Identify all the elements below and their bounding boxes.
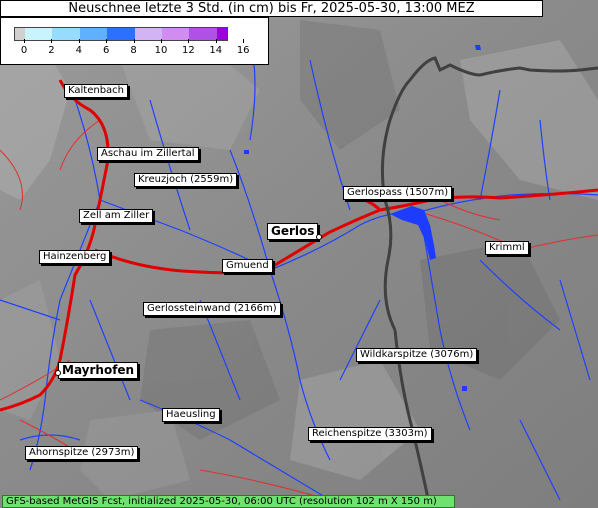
legend-swatch [161, 28, 190, 40]
place-label-aschau[interactable]: Aschau im Zillertal [97, 147, 199, 161]
peak-label-wildkarspitze[interactable]: Wildkarspitze (3076m) [356, 348, 478, 362]
snowfall-spot [475, 45, 481, 50]
legend-color-scale [14, 27, 228, 41]
legend-tick-mark [78, 39, 80, 43]
map-title: Neuschnee letzte 3 Std. (in cm) bis Fr, … [0, 0, 543, 17]
location-marker-gerlos [316, 234, 322, 240]
legend-swatch [216, 28, 227, 40]
legend: 0 2 4 6 8 10 12 14 16 [0, 17, 269, 65]
legend-tick-label: 2 [48, 45, 55, 56]
pass-label-gerlospass[interactable]: Gerlospass (1507m) [343, 186, 453, 200]
place-label-zell[interactable]: Zell am Ziller [79, 209, 154, 223]
legend-tick-mark [106, 39, 108, 43]
legend-swatch [107, 28, 135, 40]
legend-tick-label: 8 [130, 45, 137, 56]
forecast-info-footer: GFS-based MetGIS Fcst, initialized 2025-… [2, 495, 455, 508]
map-view[interactable]: Neuschnee letzte 3 Std. (in cm) bis Fr, … [0, 0, 598, 508]
legend-swatch [134, 28, 162, 40]
place-label-gmuend[interactable]: Gmuend [222, 259, 273, 273]
legend-tick-mark [215, 39, 217, 43]
place-label-krimml[interactable]: Krimml [485, 241, 529, 255]
place-label-haeusling[interactable]: Haeusling [162, 408, 220, 422]
location-marker-mayrhofen [55, 370, 61, 376]
peak-label-reichenspitze[interactable]: Reichenspitze (3303m) [308, 427, 432, 441]
place-label-hainzenberg[interactable]: Hainzenberg [39, 250, 111, 264]
legend-swatch [52, 28, 80, 40]
legend-tick-label: 4 [75, 45, 82, 56]
peak-label-ahornspitze[interactable]: Ahornspitze (2973m) [25, 446, 139, 460]
legend-tick-mark [24, 39, 25, 43]
legend-tick-label: 16 [236, 45, 250, 56]
legend-tick-mark [188, 39, 190, 43]
legend-tick-mark [51, 39, 53, 43]
peak-label-kreuzjoch[interactable]: Kreuzjoch (2559m) [134, 173, 238, 187]
legend-tick-mark [161, 39, 162, 43]
legend-tick-label: 10 [154, 45, 168, 56]
legend-tick-mark [133, 39, 135, 43]
legend-swatch [189, 28, 217, 40]
legend-tick-mark [243, 39, 245, 43]
snowfall-spot [244, 150, 249, 154]
snowfall-spot [462, 386, 467, 391]
place-label-mayrhofen[interactable]: Mayrhofen [58, 362, 139, 379]
legend-swatch [79, 28, 108, 40]
place-label-gerlos[interactable]: Gerlos [267, 223, 319, 240]
legend-swatch [25, 28, 53, 40]
peak-label-gerlossteinwand[interactable]: Gerlossteinwand (2166m) [143, 302, 281, 316]
legend-tick-label: 0 [20, 45, 28, 56]
legend-tick-label: 14 [209, 45, 223, 56]
legend-tick-label: 12 [182, 45, 195, 56]
legend-tick-label: 6 [103, 45, 110, 56]
place-label-kaltenbach[interactable]: Kaltenbach [64, 84, 129, 98]
